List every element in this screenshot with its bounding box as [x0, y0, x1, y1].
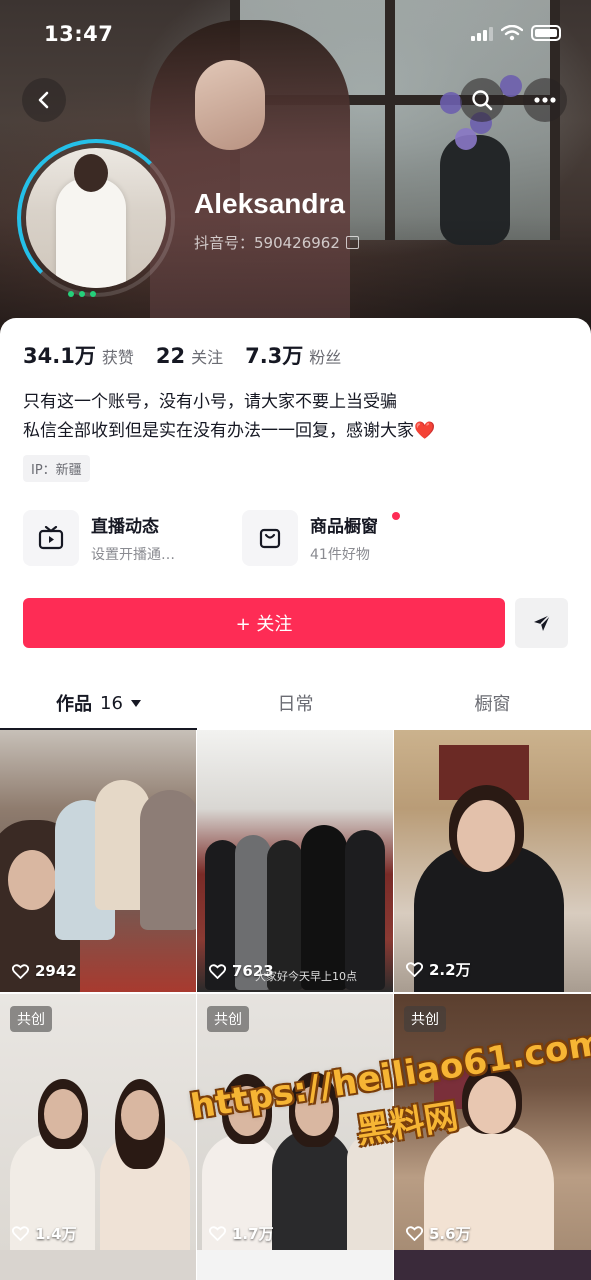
ip-location-tag: IP：新疆	[23, 455, 90, 482]
entry-subtitle: 设置开播通…	[91, 547, 175, 563]
stat-label: 粉丝	[309, 348, 342, 367]
likes-count: 1.4万	[35, 1225, 77, 1243]
stat-value: 22	[155, 344, 186, 368]
bio: 只有这一个账号，没有小号，请大家不要上当受骗 私信全部收到但是实在没有办法一一回…	[23, 388, 435, 446]
status-time: 13:47	[44, 22, 114, 46]
stat-value: 34.1万	[23, 344, 96, 368]
entry-title: 商品橱窗	[310, 512, 378, 537]
heart-outline-icon	[12, 963, 29, 979]
stat-label: 获赞	[101, 348, 134, 367]
thumbnail-person	[301, 825, 347, 990]
heart-emoji: ❤️	[414, 421, 436, 441]
follow-button[interactable]: + 关注	[23, 598, 505, 648]
thumbnail-person	[140, 790, 196, 930]
send-icon	[533, 614, 551, 631]
cover-flower	[440, 92, 462, 114]
live-indicator	[68, 291, 96, 297]
entry-icon-box	[242, 510, 298, 566]
heart-outline-icon	[406, 1226, 423, 1241]
stats-row: 34.1万 获赞 22 关注 7.3万 粉丝	[23, 340, 341, 370]
video-thumbnail[interactable]: 2942	[0, 730, 196, 992]
video-likes: 2.2万	[406, 959, 471, 980]
nickname: Aleksandra	[194, 188, 345, 219]
more-dots-icon	[534, 97, 556, 103]
video-likes: 2942	[12, 962, 77, 980]
video-thumbnail[interactable]: 7623 大家好今天早上10点	[197, 730, 393, 992]
thumbnail-face	[8, 850, 56, 910]
likes-count: 5.6万	[429, 1225, 471, 1243]
bio-line: 只有这一个账号，没有小号，请大家不要上当受骗	[23, 392, 397, 412]
video-thumbnail[interactable]	[394, 1250, 591, 1280]
douyin-id[interactable]: 抖音号：590426962	[194, 232, 359, 253]
thumbnail-face	[457, 800, 515, 872]
thumbnail-face	[44, 1089, 82, 1139]
stat-followers[interactable]: 7.3万 粉丝	[245, 340, 341, 370]
wifi-icon	[501, 25, 523, 41]
stat-label: 关注	[191, 348, 224, 367]
video-thumbnail[interactable]	[0, 1250, 196, 1280]
next-row-peek	[0, 1250, 591, 1280]
tab-works[interactable]: 作品 16	[0, 676, 197, 730]
status-icons	[471, 25, 561, 41]
stat-following[interactable]: 22 关注	[156, 344, 223, 368]
notification-dot	[392, 512, 400, 520]
likes-count: 1.7万	[232, 1225, 274, 1243]
battery-icon	[531, 25, 561, 41]
shop-window-entry[interactable]: 商品橱窗 41件好物	[242, 510, 400, 566]
entry-title-text: 商品橱窗	[310, 517, 378, 537]
video-likes: 1.7万	[209, 1223, 274, 1244]
thumbnail-face	[121, 1090, 159, 1140]
message-button[interactable]	[515, 598, 568, 648]
collab-badge: 共创	[10, 1006, 52, 1032]
caret-down-icon[interactable]	[130, 699, 141, 707]
tab-label: 日常	[277, 694, 314, 715]
video-likes: 5.6万	[406, 1223, 471, 1244]
video-caption: 大家好今天早上10点	[255, 970, 357, 983]
heart-outline-icon	[209, 1226, 226, 1241]
likes-count: 2942	[35, 962, 77, 980]
shopping-bag-icon	[259, 528, 281, 549]
tab-daily[interactable]: 日常	[197, 676, 394, 730]
live-updates-entry[interactable]: 直播动态 设置开播通…	[23, 510, 175, 566]
back-button[interactable]	[22, 78, 66, 122]
tab-showcase[interactable]: 橱窗	[394, 676, 591, 730]
cover-figure-face	[195, 60, 265, 150]
bio-line: 私信全部收到但是实在没有办法一一回复，感谢大家	[23, 421, 414, 441]
entry-subtitle: 41件好物	[310, 547, 370, 563]
status-bar: 13:47	[0, 20, 591, 50]
tab-count: 16	[100, 692, 123, 714]
heart-outline-icon	[406, 962, 423, 977]
avatar[interactable]	[26, 148, 166, 288]
bio-line-2: 私信全部收到但是实在没有办法一一回复，感谢大家❤️	[23, 417, 435, 446]
thumbnail-person	[345, 830, 385, 990]
douyin-id-text: 抖音号：590426962	[194, 234, 340, 252]
video-likes: 1.4万	[12, 1223, 77, 1244]
signal-icon	[471, 25, 493, 41]
avatar-head	[74, 154, 108, 192]
more-button[interactable]	[523, 78, 567, 122]
likes-count: 2.2万	[429, 961, 471, 979]
stat-value: 7.3万	[245, 344, 304, 368]
video-thumbnail[interactable]	[197, 1250, 393, 1280]
stat-likes[interactable]: 34.1万 获赞	[23, 340, 134, 370]
copy-icon[interactable]	[345, 236, 359, 249]
search-icon	[472, 90, 493, 111]
cover-flower	[455, 128, 477, 150]
entry-icon-box	[23, 510, 79, 566]
video-thumbnail[interactable]: 2.2万	[394, 730, 591, 992]
tab-label: 作品	[56, 694, 93, 715]
entry-title: 直播动态	[91, 517, 159, 537]
tab-label: 橱窗	[474, 694, 511, 715]
avatar-dress	[56, 178, 126, 288]
heart-outline-icon	[12, 1226, 29, 1241]
search-button[interactable]	[460, 78, 504, 122]
content-tabs: 作品 16 日常 橱窗	[0, 676, 591, 730]
chevron-left-icon	[38, 91, 49, 109]
collab-badge: 共创	[207, 1006, 249, 1032]
heart-outline-icon	[209, 963, 226, 979]
video-thumbnail[interactable]: 共创 1.4万	[0, 994, 196, 1256]
collab-badge: 共创	[404, 1006, 446, 1032]
tv-icon	[38, 526, 64, 550]
